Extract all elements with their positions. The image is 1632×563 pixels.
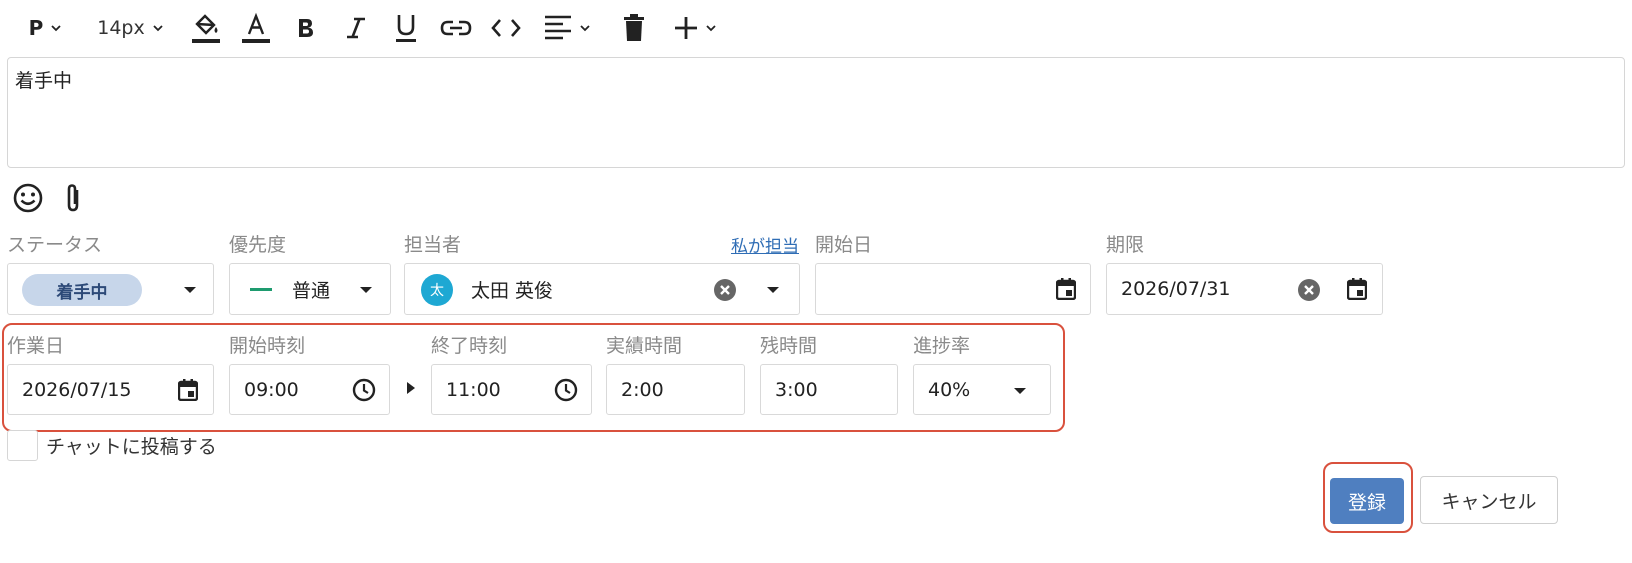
font-size-label: 14px	[97, 17, 145, 39]
editor-toolbar: P 14px	[16, 6, 724, 50]
caret-down-icon	[767, 287, 779, 293]
attachment-icon[interactable]	[62, 182, 84, 214]
start-time-label: 開始時刻	[229, 335, 306, 357]
start-date-input[interactable]	[815, 263, 1091, 315]
italic-button[interactable]	[338, 8, 374, 48]
due-date-input[interactable]: 2026/07/31	[1106, 263, 1383, 315]
remaining-time-input[interactable]: 3:00	[760, 364, 898, 415]
assignee-label: 担当者	[404, 234, 462, 256]
caret-down-icon	[1014, 388, 1026, 394]
insert-link-button[interactable]	[438, 8, 474, 48]
avatar: 太	[421, 274, 453, 306]
priority-select[interactable]: 普通	[229, 263, 391, 315]
status-chip: 着手中	[22, 274, 142, 306]
arrow-right-icon	[407, 382, 415, 394]
actual-time-input[interactable]: 2:00	[606, 364, 745, 415]
underline-icon	[396, 15, 416, 42]
trash-icon	[624, 14, 644, 41]
priority-label: 優先度	[229, 234, 287, 256]
end-time-input[interactable]: 11:00	[431, 364, 592, 415]
paragraph-format-dropdown[interactable]: P	[16, 8, 76, 48]
priority-value: 普通	[292, 280, 331, 302]
start-time-input[interactable]: 09:00	[229, 364, 390, 415]
start-time-value: 09:00	[244, 378, 299, 401]
assign-to-me-link[interactable]: 私が担当	[731, 232, 799, 257]
progress-value: 40%	[928, 378, 971, 401]
work-date-input[interactable]: 2026/07/15	[7, 364, 214, 415]
text-color-icon	[242, 12, 270, 43]
actual-time-label: 実績時間	[606, 335, 683, 357]
chevron-down-icon	[153, 25, 163, 32]
chevron-down-icon	[580, 25, 590, 32]
paragraph-format-label: P	[28, 16, 44, 40]
align-left-icon	[545, 15, 571, 40]
clear-icon[interactable]	[713, 278, 737, 302]
editor-content: 着手中	[15, 70, 73, 92]
end-time-label: 終了時刻	[431, 335, 508, 357]
paint-bucket-icon	[192, 14, 220, 43]
delete-button[interactable]	[616, 8, 652, 48]
caret-down-icon	[360, 287, 372, 293]
insert-dropdown[interactable]	[668, 8, 724, 48]
italic-icon	[347, 17, 365, 39]
progress-label: 進捗率	[913, 335, 971, 357]
plus-icon	[675, 17, 697, 39]
work-date-label: 作業日	[7, 335, 65, 357]
chevron-down-icon	[706, 25, 716, 32]
fill-color-button[interactable]	[188, 8, 224, 48]
code-button[interactable]	[488, 8, 524, 48]
due-date-label: 期限	[1106, 234, 1145, 256]
status-select[interactable]: 着手中	[7, 263, 214, 315]
comment-editor[interactable]: 着手中	[7, 57, 1625, 168]
due-date-value: 2026/07/31	[1121, 278, 1231, 300]
progress-select[interactable]: 40%	[913, 364, 1051, 415]
align-dropdown[interactable]	[538, 8, 598, 48]
clear-icon[interactable]	[1297, 278, 1321, 302]
chevron-down-icon	[51, 25, 61, 32]
clock-icon[interactable]	[554, 378, 578, 402]
clock-icon[interactable]	[352, 378, 376, 402]
assignee-value: 太田 英俊	[471, 280, 554, 302]
start-date-label: 開始日	[815, 234, 873, 256]
actual-time-value: 2:00	[621, 378, 664, 401]
calendar-icon[interactable]	[1347, 278, 1367, 300]
link-icon	[440, 20, 472, 36]
work-date-value: 2026/07/15	[22, 378, 132, 401]
emoji-icon[interactable]	[12, 182, 44, 214]
remaining-time-value: 3:00	[775, 378, 818, 401]
bold-icon	[299, 19, 313, 37]
text-color-button[interactable]	[238, 8, 274, 48]
calendar-icon[interactable]	[178, 378, 198, 401]
post-to-chat-checkbox[interactable]	[7, 430, 38, 461]
calendar-icon[interactable]	[1056, 278, 1076, 300]
status-label: ステータス	[7, 234, 103, 256]
end-time-value: 11:00	[446, 378, 501, 401]
bold-button[interactable]	[288, 8, 324, 48]
caret-down-icon	[184, 287, 196, 293]
editor-actions	[12, 182, 84, 214]
assignee-select[interactable]: 太 太田 英俊	[404, 263, 800, 315]
cancel-button[interactable]: キャンセル	[1420, 476, 1558, 524]
font-size-dropdown[interactable]: 14px	[90, 8, 172, 48]
submit-button[interactable]: 登録	[1330, 478, 1404, 524]
underline-button[interactable]	[388, 8, 424, 48]
post-to-chat-label: チャットに投稿する	[46, 436, 217, 458]
dash-icon	[250, 288, 272, 291]
code-icon	[491, 19, 521, 37]
remaining-time-label: 残時間	[760, 335, 818, 357]
